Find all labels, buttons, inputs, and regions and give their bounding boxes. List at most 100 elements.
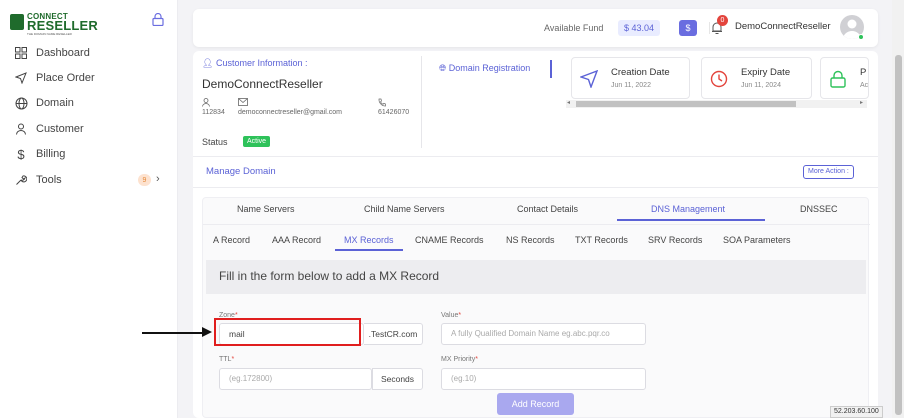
online-status-dot	[858, 34, 864, 40]
active-tab-indicator	[617, 219, 765, 221]
subtab-txt-records[interactable]: TXT Records	[575, 235, 628, 245]
customer-id: 112834	[202, 98, 225, 116]
sidebar-item-label: Billing	[36, 148, 66, 160]
sidebar-item-label: Tools	[36, 174, 62, 186]
send-icon	[14, 71, 28, 85]
form-heading-bar: Fill in the form below to add a MX Recor…	[206, 260, 866, 294]
mail-icon	[238, 98, 342, 108]
privacy-card: P Ac	[820, 57, 869, 99]
mx-priority-input[interactable]: (eg.10)	[441, 368, 646, 390]
status-label: Status	[202, 137, 228, 147]
divider	[550, 60, 552, 78]
annotation-arrow-line	[142, 332, 204, 334]
customer-phone: 61426070	[378, 98, 409, 116]
notification-badge: 0	[717, 15, 728, 26]
value-input[interactable]: A fully Qualified Domain Name eg.abc.pqr…	[441, 323, 646, 345]
available-fund-label: Available Fund	[544, 23, 604, 33]
subtab-ns-records[interactable]: NS Records	[506, 235, 555, 245]
tab-dnssec[interactable]: DNSSEC	[800, 204, 838, 214]
required-mark: *	[231, 356, 235, 363]
status-badge: Active	[243, 136, 271, 147]
privacy-title: P	[860, 67, 867, 78]
ttl-suffix: Seconds	[372, 368, 423, 390]
chevron-right-icon[interactable]: ›	[156, 173, 160, 185]
value-label: Value*	[441, 312, 461, 319]
manage-domain-title: Manage Domain	[206, 166, 276, 177]
subtab-soa-parameters[interactable]: SOA Parameters	[723, 235, 791, 245]
lock-icon[interactable]	[152, 13, 164, 26]
user-icon	[14, 122, 28, 136]
page-scrollbar[interactable]	[892, 0, 904, 418]
tools-count-badge: 9	[138, 174, 151, 186]
sidebar-item-tools[interactable]: Tools 9 ›	[14, 170, 174, 190]
mx-priority-label: MX Priority*	[441, 356, 478, 363]
scrollbar-thumb[interactable]	[576, 101, 796, 107]
sidebar-item-dashboard[interactable]: Dashboard	[14, 43, 174, 63]
user-name[interactable]: DemoConnectReseller	[735, 21, 831, 32]
scroll-left-icon[interactable]: ◂	[567, 99, 570, 106]
tab-dns-management[interactable]: DNS Management	[651, 204, 725, 214]
sidebar-item-domain[interactable]: Domain	[14, 93, 174, 113]
domain-details-card: 👤︎ Customer Information : DemoConnectRes…	[193, 51, 878, 418]
divider	[421, 56, 422, 148]
add-record-button[interactable]: Add Record	[497, 393, 574, 415]
zone-suffix: .TestCR.com	[364, 323, 423, 345]
ttl-input[interactable]: (eg.172800)	[219, 368, 372, 390]
globe-icon: 🌐︎	[439, 63, 447, 73]
value-label-text: Value	[441, 312, 459, 319]
globe-icon	[14, 96, 28, 110]
expiry-date-value: Jun 11, 2024	[741, 82, 781, 89]
wrench-icon	[14, 173, 28, 187]
grid-icon	[14, 46, 28, 60]
subtab-srv-records[interactable]: SRV Records	[648, 235, 702, 245]
sidebar: CONNECT RESELLER THE DOMAIN NAME RESELLE…	[0, 0, 178, 418]
domain-registration-link[interactable]: 🌐︎ Domain Registration	[439, 63, 530, 74]
expiry-date-card: Expiry Date Jun 11, 2024	[701, 57, 812, 99]
sidebar-item-label: Place Order	[36, 72, 95, 84]
form-heading: Fill in the form below to add a MX Recor…	[219, 269, 440, 283]
logo-tagline: THE DOMAIN NAME RESELLER	[27, 32, 72, 36]
expiry-date-title: Expiry Date	[741, 67, 791, 78]
mx-priority-label-text: MX Priority	[441, 356, 476, 363]
subtab-aaa-record[interactable]: AAA Record	[272, 235, 321, 245]
privacy-value: Ac	[860, 82, 869, 89]
top-header: Available Fund $ 43.04 $ 0 DemoConnectRe…	[193, 9, 878, 47]
customer-info-title-text: Customer Information :	[215, 58, 308, 68]
more-action-button[interactable]: More Action :	[803, 165, 854, 179]
tab-name-servers[interactable]: Name Servers	[237, 204, 295, 214]
sidebar-item-place-order[interactable]: Place Order	[14, 68, 174, 88]
user-icon	[202, 98, 225, 108]
creation-date-card: Creation Date Jun 11, 2022	[571, 57, 690, 99]
customer-info-title: 👤︎ Customer Information :	[202, 58, 308, 69]
divider	[203, 224, 870, 225]
annotation-arrow-head	[202, 327, 212, 337]
sidebar-item-label: Customer	[36, 123, 84, 135]
creation-date-title: Creation Date	[611, 67, 670, 78]
logo[interactable]: CONNECT RESELLER THE DOMAIN NAME RESELLE…	[10, 12, 98, 36]
tab-child-name-servers[interactable]: Child Name Servers	[364, 204, 445, 214]
domain-registration-text: Domain Registration	[448, 63, 531, 73]
ttl-label: TTL*	[219, 356, 234, 363]
dollar-icon: $	[17, 146, 25, 162]
logo-line2: RESELLER	[27, 18, 98, 33]
required-mark: *	[458, 312, 462, 319]
creation-date-value: Jun 11, 2022	[611, 82, 651, 89]
tab-contact-details[interactable]: Contact Details	[517, 204, 578, 214]
subtab-a-record[interactable]: A Record	[213, 235, 250, 245]
subtab-mx-records[interactable]: MX Records	[344, 235, 394, 245]
horizontal-scrollbar[interactable]: ◂ ▸	[566, 100, 867, 108]
scroll-right-icon[interactable]: ▸	[860, 99, 863, 106]
lock-icon	[830, 70, 846, 88]
customer-phone-value: 61426070	[378, 109, 410, 116]
sidebar-item-customer[interactable]: Customer	[14, 119, 174, 139]
subtab-cname-records[interactable]: CNAME Records	[415, 235, 484, 245]
sidebar-item-billing[interactable]: $ Billing	[14, 144, 174, 164]
required-mark: *	[475, 356, 478, 363]
divider	[193, 156, 878, 157]
divider	[193, 187, 878, 188]
ip-address-tag: 52.203.60.100	[830, 406, 883, 418]
dns-tabs-panel: Name Servers Child Name Servers Contact …	[202, 197, 870, 418]
customer-email: democonnectreseller@gmail.com	[238, 98, 342, 116]
add-fund-button[interactable]: $	[679, 20, 697, 36]
page-scrollbar-thumb[interactable]	[895, 55, 902, 415]
